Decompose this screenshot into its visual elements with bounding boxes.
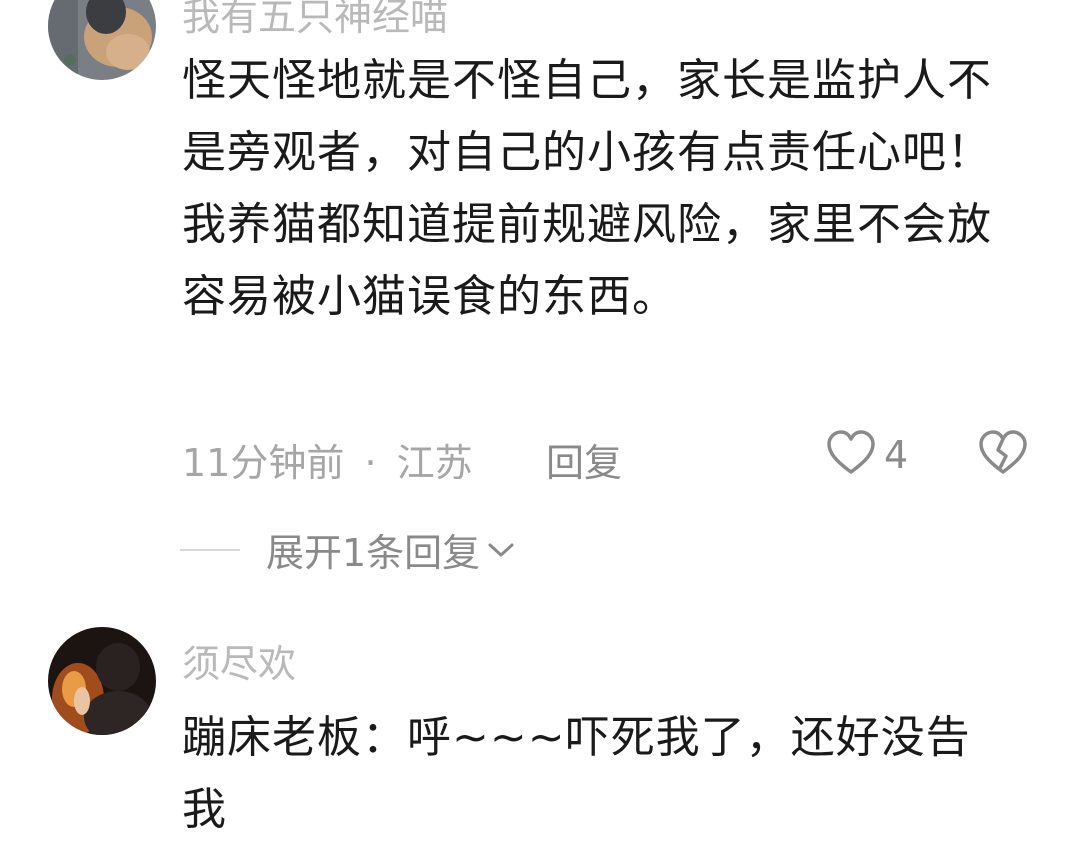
comment-text: 蹦床老板：呼~~~吓死我了，还好没告我	[182, 712, 971, 835]
meta-separator: ·	[364, 441, 377, 485]
reply-button[interactable]: 回复	[546, 432, 622, 487]
comment-meta: 11分钟前 · 江苏	[182, 432, 473, 487]
dislike-button[interactable]	[978, 430, 1028, 480]
avatar[interactable]	[48, 0, 156, 80]
username[interactable]: 我有五只神经喵	[182, 0, 448, 41]
chevron-down-icon	[486, 540, 516, 560]
username[interactable]: 须尽欢	[182, 633, 296, 688]
timestamp: 11分钟前	[182, 441, 345, 485]
avatar[interactable]	[48, 627, 156, 735]
divider	[180, 548, 240, 551]
broken-heart-icon	[978, 430, 1028, 480]
heart-outline-icon	[826, 430, 876, 480]
like-count: 4	[884, 433, 909, 477]
comment-text: 怪天怪地就是不怪自己，家长是监护人不是旁观者，对自己的小孩有点责任心吧！我养猫都…	[182, 55, 992, 322]
location: 江苏	[396, 441, 473, 485]
expand-replies-button[interactable]: 展开1条回复	[180, 522, 516, 577]
like-button[interactable]: 4	[826, 430, 908, 480]
expand-replies-label: 展开1条回复	[266, 531, 481, 575]
